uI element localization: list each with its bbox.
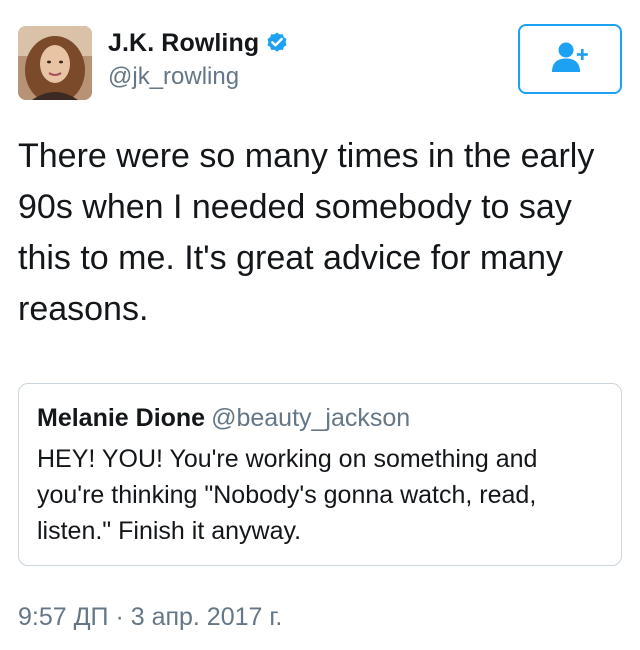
tweet-timestamp[interactable]: 9:57 ДП · 3 апр. 2017 г.	[18, 603, 282, 632]
avatar-photo-icon	[18, 26, 92, 100]
quoted-tweet-text: HEY! YOU! You're working on something an…	[37, 445, 538, 545]
author-display-name[interactable]: J.K. Rowling	[108, 29, 259, 58]
tweet-container: J.K. Rowling @jk_rowling There were so m…	[0, 0, 640, 650]
verified-badge-icon	[265, 31, 289, 55]
quoted-tweet-header: Melanie Dione @beauty_jackson	[37, 404, 410, 433]
follow-button[interactable]	[518, 24, 622, 94]
author-name-row: J.K. Rowling	[108, 26, 289, 60]
follow-person-plus-icon	[550, 41, 590, 78]
tweet-text: There were so many times in the early 90…	[18, 137, 595, 328]
author-handle[interactable]: @jk_rowling	[108, 63, 239, 91]
quoted-author-handle: @beauty_jackson	[211, 404, 411, 432]
author-avatar[interactable]	[18, 26, 92, 100]
quoted-tweet[interactable]: Melanie Dione @beauty_jackson HEY! YOU! Y…	[18, 383, 622, 566]
quoted-author-name: Melanie Dione	[37, 404, 206, 432]
